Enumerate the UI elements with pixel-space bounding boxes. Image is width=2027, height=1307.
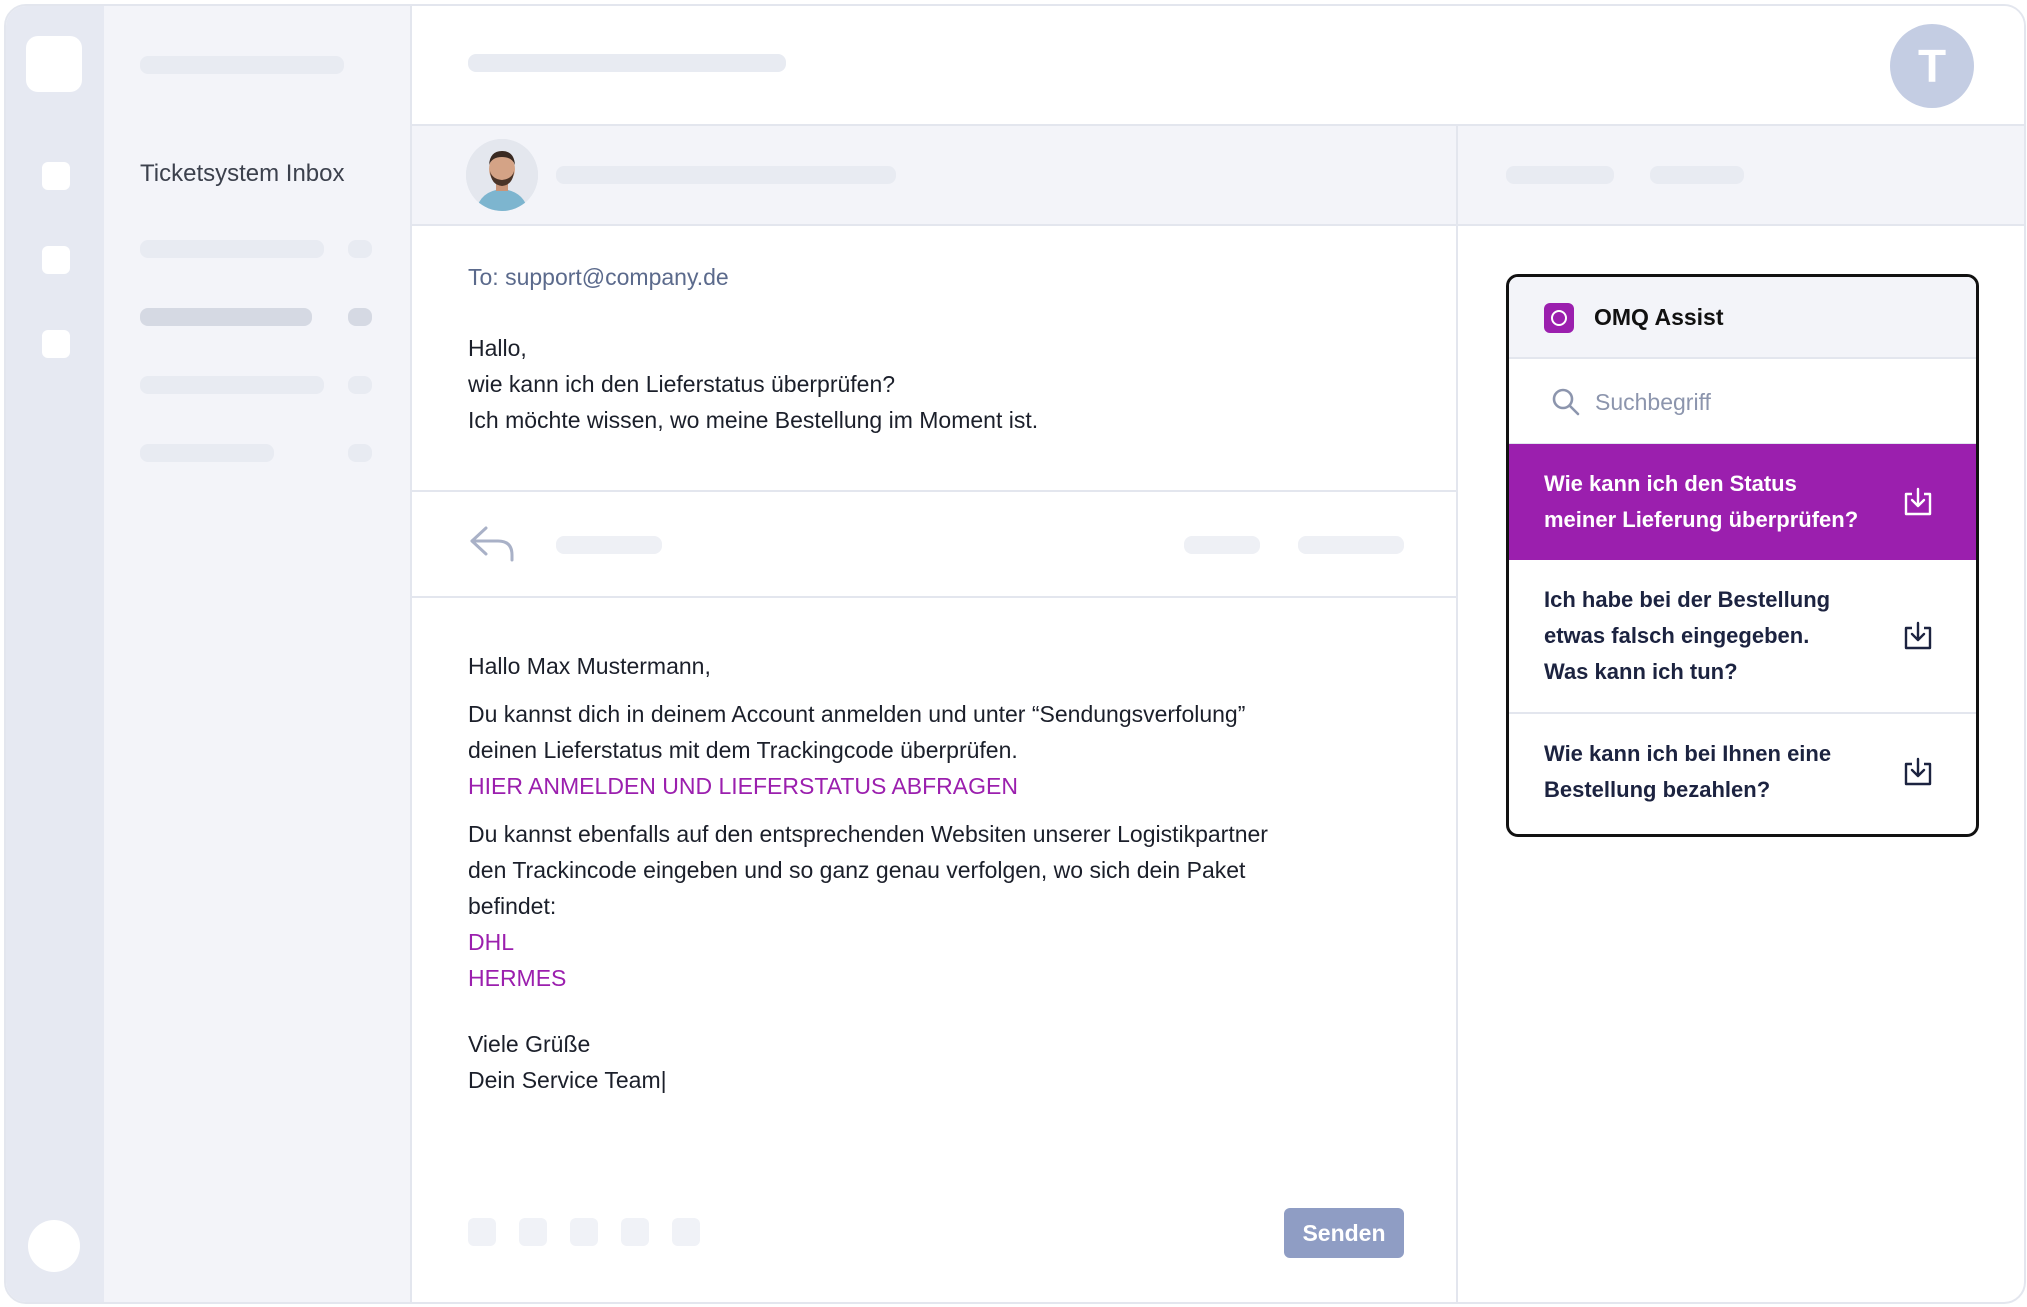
app-logo[interactable]: [26, 36, 82, 92]
topbar-placeholder: [468, 54, 786, 72]
omq-assist-widget: OMQ Assist Wie kann ich den Status meine…: [1506, 274, 1979, 837]
suggestion-item[interactable]: Ich habe bei der Bestellung etwas falsch…: [1509, 560, 1976, 714]
sidebar-title: Ticketsystem Inbox: [140, 160, 345, 187]
send-button[interactable]: Senden: [1284, 1208, 1404, 1258]
search-input[interactable]: [1593, 381, 1937, 423]
format-button[interactable]: [672, 1218, 700, 1246]
email-message: Hallo, wie kann ich den Lieferstatus übe…: [468, 330, 1038, 438]
sidebar-count-placeholder: [348, 376, 372, 394]
format-button[interactable]: [519, 1218, 547, 1246]
reply-closing: Viele Grüße Dein Service Team|: [468, 1026, 1268, 1098]
closing-line: Viele Grüße: [468, 1031, 591, 1057]
email-line: Ich möchte wissen, wo meine Bestellung i…: [468, 407, 1039, 433]
reply-icon[interactable]: [468, 524, 516, 564]
suggestion-line: meiner Lieferung überprüfen?: [1544, 507, 1859, 532]
user-avatar[interactable]: T: [1890, 24, 1974, 108]
nav-icon-2[interactable]: [42, 246, 70, 274]
format-button[interactable]: [570, 1218, 598, 1246]
sidebar-count-placeholder: [348, 444, 372, 462]
reply-line: Du kannst dich in deinem Account anmelde…: [468, 701, 1246, 727]
hermes-link[interactable]: HERMES: [468, 965, 566, 991]
assist-header: OMQ Assist: [1509, 277, 1976, 359]
sidebar-item-placeholder[interactable]: [140, 376, 324, 394]
search-icon: [1552, 388, 1580, 416]
sidebar-item-placeholder[interactable]: [140, 444, 274, 462]
person-icon: [466, 139, 538, 211]
email-header: [412, 126, 1458, 226]
sidebar-placeholder: [140, 56, 344, 74]
right-tab-placeholder[interactable]: [1506, 166, 1614, 184]
reply-paragraph-2: Du kannst ebenfalls auf den entsprechend…: [468, 816, 1268, 996]
reply-toolbar: [412, 492, 1458, 598]
insert-icon[interactable]: [1902, 756, 1934, 788]
profile-icon[interactable]: [28, 1220, 80, 1272]
reply-option-placeholder[interactable]: [1298, 536, 1404, 554]
reply-line: befindet:: [468, 893, 557, 919]
sidebar-item-placeholder[interactable]: [140, 240, 324, 258]
nav-icon-3[interactable]: [42, 330, 70, 358]
login-link[interactable]: HIER ANMELDEN UND LIEFERSTATUS ABFRAGEN: [468, 773, 1018, 799]
email-recipient: To: support@company.de: [468, 264, 729, 290]
suggestion-line: Ich habe bei der Bestellung: [1544, 587, 1831, 612]
reply-editor[interactable]: Hallo Max Mustermann, Du kannst dich in …: [412, 598, 1458, 1302]
format-button[interactable]: [621, 1218, 649, 1246]
sidebar-count-placeholder: [348, 240, 372, 258]
inbox-sidebar: Ticketsystem Inbox: [104, 6, 412, 1302]
nav-icon-1[interactable]: [42, 162, 70, 190]
right-tab-placeholder[interactable]: [1650, 166, 1744, 184]
reply-line: Du kannst ebenfalls auf den entsprechend…: [468, 821, 1268, 847]
omq-logo-icon: [1544, 303, 1574, 333]
sender-name-placeholder: [556, 166, 896, 184]
insert-icon[interactable]: [1902, 486, 1934, 518]
reply-line: den Trackincode eingeben und so ganz gen…: [468, 857, 1246, 883]
suggestion-line: etwas falsch eingegeben.: [1544, 623, 1810, 648]
suggestion-item[interactable]: Wie kann ich bei Ihnen eine Bestellung b…: [1509, 714, 1976, 830]
suggestion-line: Was kann ich tun?: [1544, 659, 1738, 684]
suggestion-line: Wie kann ich bei Ihnen eine: [1544, 741, 1832, 766]
reply-line: deinen Lieferstatus mit dem Trackingcode…: [468, 737, 1018, 763]
reply-paragraph-1: Du kannst dich in deinem Account anmelde…: [468, 696, 1268, 804]
assist-title: OMQ Assist: [1594, 304, 1724, 330]
suggestion-item-active[interactable]: Wie kann ich den Status meiner Lieferung…: [1509, 444, 1976, 560]
sender-avatar: [466, 139, 538, 211]
assist-search: [1509, 359, 1976, 444]
reply-option-placeholder[interactable]: [1184, 536, 1260, 554]
email-body: To: support@company.de Hallo, wie kann i…: [412, 226, 1458, 492]
closing-line: Dein Service Team: [468, 1067, 661, 1093]
insert-icon[interactable]: [1902, 620, 1934, 652]
app-window: Ticketsystem Inbox T To: support@company…: [4, 4, 2026, 1304]
email-line: wie kann ich den Lieferstatus überprüfen…: [468, 371, 896, 397]
reply-text[interactable]: Hallo Max Mustermann, Du kannst dich in …: [468, 648, 1268, 1110]
suggestion-line: Wie kann ich den Status: [1544, 471, 1797, 496]
text-cursor: |: [660, 1067, 667, 1093]
dhl-link[interactable]: DHL: [468, 929, 514, 955]
email-line: Hallo,: [468, 335, 527, 361]
right-panel-header: [1458, 126, 2024, 226]
sidebar-count-placeholder: [348, 308, 372, 326]
reply-greeting: Hallo Max Mustermann,: [468, 653, 711, 679]
format-button[interactable]: [468, 1218, 496, 1246]
icon-rail: [6, 6, 104, 1302]
sidebar-item-placeholder-active[interactable]: [140, 308, 312, 326]
suggestion-line: Bestellung bezahlen?: [1544, 777, 1771, 802]
top-bar: T: [412, 6, 2024, 126]
reply-field-placeholder[interactable]: [556, 536, 662, 554]
